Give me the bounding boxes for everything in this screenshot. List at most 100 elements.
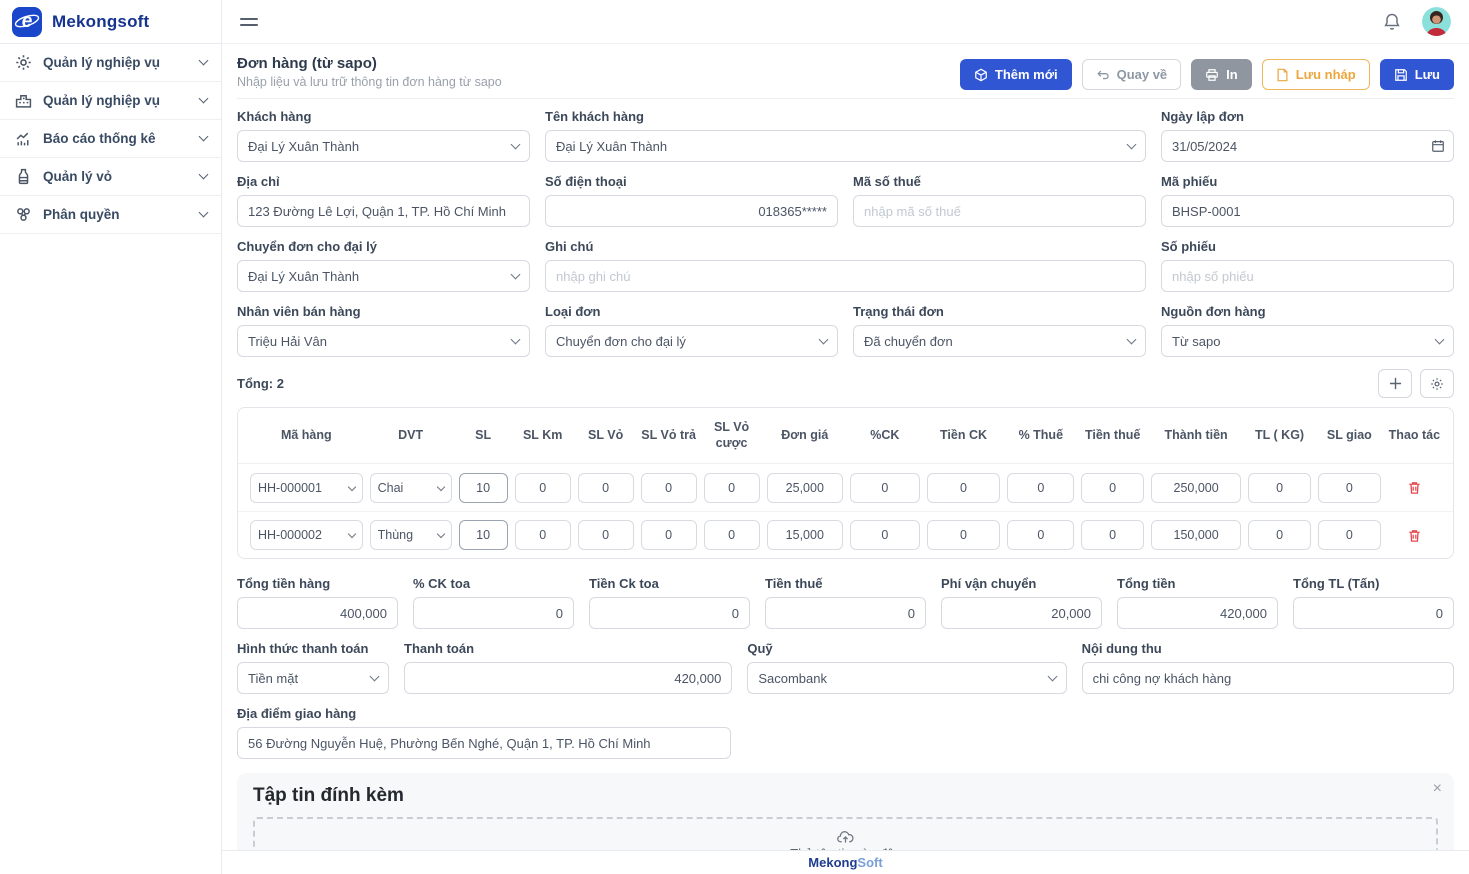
grand-total-input[interactable] (1117, 597, 1278, 629)
salesperson-select[interactable]: Triệu Hải Vân (237, 325, 530, 357)
discount-amt-input[interactable] (927, 520, 1001, 550)
file-dropzone[interactable]: Thả tập tin vào đây (253, 817, 1438, 850)
sidebar-item-quan-ly-nghiep-vu-1[interactable]: Quản lý nghiệp vụ (0, 44, 221, 82)
delivery-input[interactable] (237, 727, 731, 759)
order-source-field: Nguồn đơn hàng Từ sapo (1161, 304, 1454, 357)
shipping-fee-label: Phí vận chuyển (941, 576, 1102, 591)
page-subtitle: Nhập liệu và lưu trữ thông tin đơn hàng … (237, 75, 502, 89)
qty-shell-return-input[interactable] (641, 473, 697, 503)
order-date-input[interactable] (1161, 130, 1454, 162)
voucher-code-input[interactable] (1161, 195, 1454, 227)
factory-icon (14, 92, 32, 110)
weight-input[interactable] (1248, 473, 1311, 503)
qty-shell-input[interactable] (578, 520, 634, 550)
qty-shell-return-input[interactable] (641, 520, 697, 550)
product-code-select[interactable]: HH-000002 (250, 520, 363, 550)
line-total-input[interactable] (1151, 520, 1241, 550)
sidebar-item-phan-quyen[interactable]: Phân quyền (0, 196, 221, 234)
tax-pct-input[interactable] (1007, 520, 1074, 550)
user-avatar[interactable] (1422, 7, 1451, 36)
attachments-title: Tập tin đính kèm (253, 785, 1438, 807)
fund-select[interactable]: Sacombank (747, 662, 1066, 694)
delete-row-button[interactable] (1407, 528, 1422, 543)
back-button[interactable]: Quay về (1082, 59, 1182, 90)
payment-amount-input[interactable] (404, 662, 732, 694)
order-date-label: Ngày lập đơn (1161, 109, 1454, 124)
discount-amt-input[interactable] (927, 473, 1001, 503)
payment-method-select[interactable]: Tiền mặt (237, 662, 389, 694)
tax-amt-input[interactable] (1081, 520, 1144, 550)
save-button[interactable]: Lưu (1380, 59, 1454, 90)
shipping-fee-input[interactable] (941, 597, 1102, 629)
col-ck: %CK (850, 420, 920, 452)
tax-amount-input[interactable] (765, 597, 926, 629)
add-new-button[interactable]: Thêm mới (960, 59, 1072, 90)
payment-method-label: Hình thức thanh toán (237, 641, 389, 656)
share-nodes-icon (14, 206, 32, 224)
menu-toggle-icon[interactable] (240, 14, 258, 30)
qty-input[interactable] (459, 473, 508, 503)
voucher-number-input[interactable] (1161, 260, 1454, 292)
unit-price-input[interactable] (767, 520, 843, 550)
tax-pct-input[interactable] (1007, 473, 1074, 503)
phone-input[interactable] (545, 195, 838, 227)
transfer-agent-select[interactable]: Đại Lý Xuân Thành (237, 260, 530, 292)
sidebar-item-bao-cao-thong-ke[interactable]: Báo cáo thống kê (0, 120, 221, 158)
delivered-qty-input[interactable] (1318, 473, 1381, 503)
order-form: Khách hàng Đại Lý Xuân Thành Tên khách h… (237, 109, 1454, 357)
chevron-down-icon (1435, 335, 1445, 345)
table-total-label: Tổng: 2 (237, 376, 284, 391)
discount-pct-field: % CK toa (413, 576, 574, 629)
discount-pct-input[interactable] (850, 520, 920, 550)
product-code-select[interactable]: HH-000001 (250, 473, 363, 503)
address-input[interactable] (237, 195, 530, 227)
tax-code-input[interactable] (853, 195, 1146, 227)
table-settings-button[interactable] (1420, 369, 1454, 398)
trash-icon (1407, 480, 1422, 495)
qty-input[interactable] (459, 520, 508, 550)
order-type-select[interactable]: Chuyển đơn cho đại lý (545, 325, 838, 357)
calendar-icon[interactable] (1431, 139, 1445, 153)
close-icon[interactable]: × (1433, 781, 1442, 797)
qty-km-input[interactable] (515, 520, 571, 550)
customer-name-select[interactable]: Đại Lý Xuân Thành (545, 130, 1146, 162)
delete-row-button[interactable] (1407, 480, 1422, 495)
brand-logo[interactable]: e Mekongsoft (0, 0, 221, 44)
qty-km-input[interactable] (515, 473, 571, 503)
tax-amt-input[interactable] (1081, 473, 1144, 503)
sidebar-item-quan-ly-nghiep-vu-2[interactable]: Quản lý nghiệp vụ (0, 82, 221, 120)
unit-select[interactable]: Thùng (370, 520, 452, 550)
chevron-down-icon (199, 208, 209, 218)
line-total-input[interactable] (1151, 473, 1241, 503)
note-input[interactable] (545, 260, 1146, 292)
total-weight-input[interactable] (1293, 597, 1454, 629)
order-status-value: Đã chuyển đơn (864, 334, 1128, 349)
salesperson-label: Nhân viên bán hàng (237, 304, 530, 319)
save-draft-button[interactable]: Lưu nháp (1262, 59, 1370, 90)
add-row-button[interactable] (1378, 369, 1412, 398)
qty-shell-deposit-input[interactable] (704, 473, 760, 503)
header-actions: Thêm mới Quay về In Lưu nháp (960, 59, 1454, 90)
order-type-label: Loại đơn (545, 304, 838, 319)
logo-orbit-icon (12, 7, 42, 37)
customer-select[interactable]: Đại Lý Xuân Thành (237, 130, 530, 162)
unit-price-input[interactable] (767, 473, 843, 503)
total-goods-input[interactable] (237, 597, 398, 629)
discount-pct-input[interactable] (850, 473, 920, 503)
qty-shell-input[interactable] (578, 473, 634, 503)
qty-shell-deposit-input[interactable] (704, 520, 760, 550)
order-status-select[interactable]: Đã chuyển đơn (853, 325, 1146, 357)
delivered-qty-input[interactable] (1318, 520, 1381, 550)
sidebar-item-quan-ly-vo[interactable]: Quản lý vỏ (0, 158, 221, 196)
chevron-down-icon (819, 335, 829, 345)
notification-bell-icon[interactable] (1382, 12, 1402, 32)
transfer-agent-field: Chuyển đơn cho đại lý Đại Lý Xuân Thành (237, 239, 530, 292)
unit-select[interactable]: Chai (370, 473, 452, 503)
discount-pct-input[interactable] (413, 597, 574, 629)
print-button[interactable]: In (1191, 59, 1252, 90)
weight-input[interactable] (1248, 520, 1311, 550)
order-source-select[interactable]: Từ sapo (1161, 325, 1454, 357)
grand-total-label: Tổng tiền (1117, 576, 1278, 591)
discount-amt-input[interactable] (589, 597, 750, 629)
receipt-content-input[interactable] (1082, 662, 1454, 694)
